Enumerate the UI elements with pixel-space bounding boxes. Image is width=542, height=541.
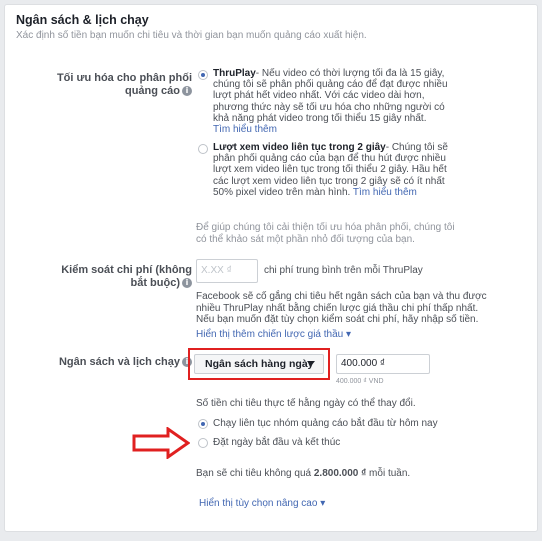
section-title: Ngân sách & lịch chạy — [16, 13, 149, 27]
option-set-dates[interactable]: Đặt ngày bắt đầu và kết thúc — [213, 437, 340, 449]
budget-label-text: Ngân sách và lịch chạy — [58, 356, 180, 368]
section-subtitle: Xác định số tiền bạn muốn chi tiêu và th… — [16, 30, 367, 41]
optimization-help-text: Để giúp chúng tôi cải thiện tối ưu hóa p… — [196, 222, 455, 245]
radio-2s-views[interactable] — [198, 144, 208, 154]
weekly-amount: 2.800.000 ₫ — [313, 468, 367, 479]
optimization-label-text: Tối ưu hóa cho phân phối quảng cáo — [56, 72, 192, 97]
learn-more-link[interactable]: Tìm hiểu thêm — [353, 187, 417, 198]
option-thruplay[interactable]: ThruPlay- Nếu video có thời lượng tối đa… — [213, 68, 449, 135]
weekly-spend-text: Bạn sẽ chi tiêu không quá 2.800.000 ₫ mỗ… — [196, 468, 410, 480]
budget-type-value: Ngân sách hàng ngày — [205, 358, 314, 370]
weekly-prefix: Bạn sẽ chi tiêu không quá — [196, 468, 314, 479]
info-icon[interactable]: i — [182, 278, 192, 289]
cost-control-label-text: Kiểm soát chi phí (không bắt buộc) — [61, 264, 192, 289]
learn-more-link[interactable]: Tìm hiểu thêm — [213, 124, 449, 135]
radio-set-dates[interactable] — [198, 438, 208, 448]
optimization-label: Tối ưu hóa cho phân phối quảng cáo i — [42, 72, 192, 98]
radio-thruplay[interactable] — [198, 70, 208, 80]
show-more-bid-strategies-link[interactable]: Hiển thị thêm chiến lược giá thầu ▾ — [196, 329, 351, 340]
caret-down-icon — [307, 361, 315, 366]
option-2s-views[interactable]: Lượt xem video liên tục trong 2 giây- Ch… — [213, 142, 449, 198]
show-advanced-options-link[interactable]: Hiển thị tùy chọn nâng cao ▾ — [199, 498, 325, 509]
budget-amount-note: 400.000 ₫ VND — [336, 378, 384, 385]
budget-type-dropdown[interactable]: Ngân sách hàng ngày — [194, 354, 324, 374]
weekly-suffix: mỗi tuần. — [366, 468, 411, 479]
option-thruplay-title: ThruPlay — [213, 68, 256, 79]
cost-control-description: Facebook sẽ cố gắng chi tiêu hết ngân sá… — [196, 291, 487, 325]
cost-control-label: Kiểm soát chi phí (không bắt buộc) i — [52, 264, 192, 290]
cost-control-suffix: chi phí trung bình trên mỗi ThruPlay — [264, 265, 423, 276]
cost-control-input[interactable]: X.XX ₫ — [196, 259, 258, 283]
option-run-continuously[interactable]: Chạy liên tục nhóm quảng cáo bắt đầu từ … — [213, 418, 438, 430]
red-arrow-annotation — [132, 427, 190, 459]
budget-spend-note: Số tiền chi tiêu thực tế hằng ngày có th… — [196, 398, 416, 409]
radio-run-continuously[interactable] — [198, 419, 208, 429]
option-2s-title: Lượt xem video liên tục trong 2 giây — [213, 142, 386, 153]
budget-amount-input[interactable]: 400.000 ₫ — [336, 354, 430, 374]
info-icon[interactable]: i — [182, 86, 192, 97]
budget-label: Ngân sách và lịch chạy i — [42, 356, 192, 369]
